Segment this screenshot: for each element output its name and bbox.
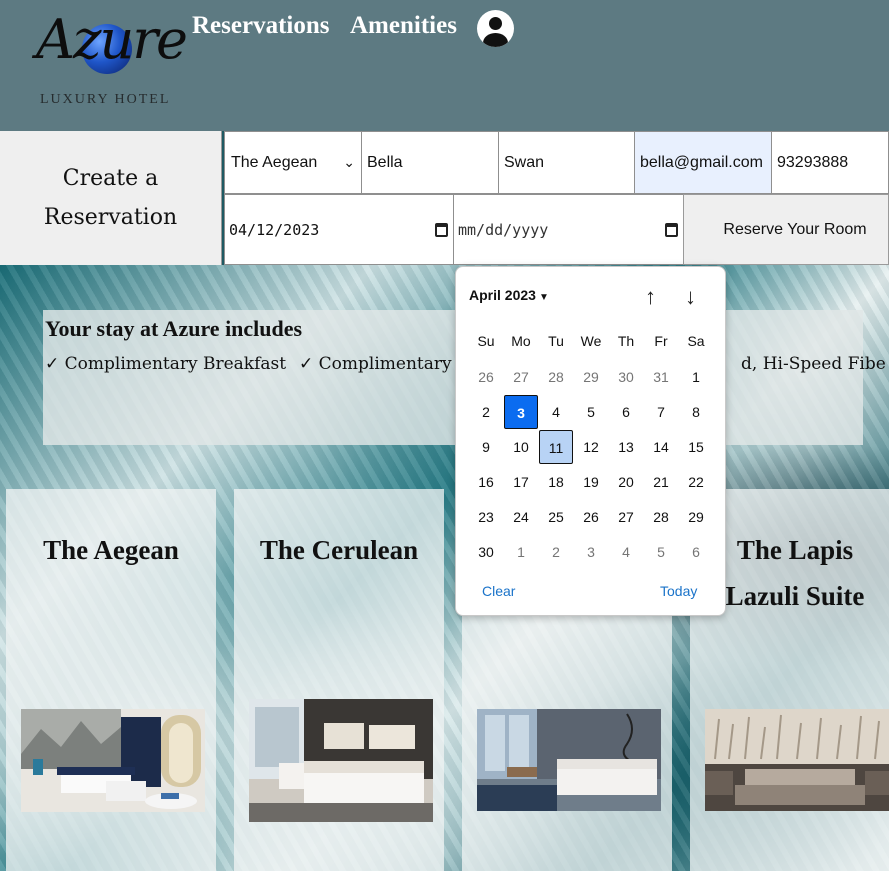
calendar-day[interactable]: 25 bbox=[539, 500, 573, 534]
room-image bbox=[705, 709, 889, 811]
weekday-header: Th bbox=[617, 333, 635, 349]
room-select[interactable]: The Aegean ⌄ bbox=[224, 131, 362, 194]
room-image bbox=[249, 699, 433, 822]
calendar-day[interactable]: 1 bbox=[504, 535, 538, 569]
amenity-item: ✓ Complimentary Breakfast bbox=[45, 354, 287, 374]
arrow-down-icon[interactable]: ↓ bbox=[685, 284, 696, 310]
calendar-day[interactable]: 6 bbox=[609, 395, 643, 429]
calendar-day[interactable]: 2 bbox=[539, 535, 573, 569]
checkin-date-field[interactable]: 04/12/2023 bbox=[224, 194, 454, 265]
calendar-day[interactable]: 3 bbox=[574, 535, 608, 569]
calendar-day[interactable]: 3 bbox=[504, 395, 538, 429]
calendar-day[interactable]: 2 bbox=[469, 395, 503, 429]
weekday-header: Tu bbox=[548, 333, 564, 349]
logo-subtitle: LUXURY HOTEL bbox=[40, 92, 171, 107]
heading-line-2: Reservation bbox=[43, 205, 178, 230]
weekday-header: Mo bbox=[511, 333, 531, 349]
checkin-date-value: 04/12/2023 bbox=[229, 220, 320, 239]
amenities-title: Your stay at Azure includes bbox=[45, 316, 303, 341]
phone-field[interactable]: 93293888 bbox=[771, 131, 889, 194]
weekday-header: Fr bbox=[654, 333, 668, 349]
calendar-icon[interactable] bbox=[435, 223, 448, 237]
calendar-day[interactable]: 14 bbox=[644, 430, 678, 464]
calendar-day[interactable]: 24 bbox=[504, 500, 538, 534]
calendar-day[interactable]: 5 bbox=[644, 535, 678, 569]
date-picker-popup: April 2023 ▼ ↑ ↓ Su Mo Tu We Th Fr Sa 26 27 28 29 3… bbox=[455, 266, 726, 616]
calendar-day[interactable]: 5 bbox=[574, 395, 608, 429]
weekday-header: Su bbox=[477, 333, 495, 349]
room-title-line: The Aegean bbox=[43, 535, 179, 565]
calendar-day[interactable]: 31 bbox=[644, 360, 678, 394]
calendar-day[interactable]: 22 bbox=[679, 465, 713, 499]
calendar-day[interactable]: 20 bbox=[609, 465, 643, 499]
calendar-day[interactable]: 28 bbox=[539, 360, 573, 394]
logo-script: Azure bbox=[36, 8, 188, 71]
calendar-day[interactable]: 29 bbox=[574, 360, 608, 394]
calendar-day[interactable]: 26 bbox=[469, 360, 503, 394]
calendar-day[interactable]: 8 bbox=[679, 395, 713, 429]
site-header: Azure LUXURY HOTEL Reservations Amenitie… bbox=[0, 0, 889, 131]
calendar-day[interactable]: 27 bbox=[609, 500, 643, 534]
calendar-day[interactable]: 9 bbox=[469, 430, 503, 464]
room-title: The Aegean bbox=[6, 527, 216, 573]
calendar-day[interactable]: 29 bbox=[679, 500, 713, 534]
month-year-label: April 2023 bbox=[469, 287, 536, 303]
calendar-day[interactable]: 23 bbox=[469, 500, 503, 534]
clear-button[interactable]: Clear bbox=[482, 583, 515, 599]
room-image bbox=[21, 709, 205, 812]
room-title-line: The Cerulean bbox=[259, 535, 419, 565]
amenities-panel: Your stay at Azure includes ✓ Compliment… bbox=[43, 310, 886, 445]
calendar-day[interactable]: 27 bbox=[504, 360, 538, 394]
calendar-day[interactable]: 4 bbox=[609, 535, 643, 569]
calendar-day[interactable]: 12 bbox=[574, 430, 608, 464]
calendar-day[interactable]: 18 bbox=[539, 465, 573, 499]
nav-amenities[interactable]: Amenities bbox=[350, 12, 457, 40]
calendar-day[interactable]: 15 bbox=[679, 430, 713, 464]
calendar-day[interactable]: 6 bbox=[679, 535, 713, 569]
first-name-field[interactable]: Bella bbox=[361, 131, 499, 194]
checkout-date-field[interactable]: mm/dd/yyyy bbox=[453, 194, 684, 265]
amenity-item: d, Hi-Speed Fibe bbox=[741, 354, 886, 374]
heading-line-1: Create a bbox=[62, 166, 159, 191]
calendar-day[interactable]: 26 bbox=[574, 500, 608, 534]
user-icon-head bbox=[489, 17, 502, 30]
calendar-day[interactable]: 30 bbox=[469, 535, 503, 569]
reserve-room-button[interactable]: Reserve Your Room bbox=[683, 194, 889, 265]
user-icon[interactable] bbox=[477, 10, 514, 47]
calendar-day[interactable]: 10 bbox=[504, 430, 538, 464]
room-select-value: The Aegean bbox=[231, 153, 318, 171]
create-reservation-heading: Create a Reservation bbox=[0, 131, 222, 265]
last-name-field[interactable]: Swan bbox=[498, 131, 635, 194]
calendar-day[interactable]: 30 bbox=[609, 360, 643, 394]
calendar-day[interactable]: 16 bbox=[469, 465, 503, 499]
caret-down-icon: ▼ bbox=[538, 292, 549, 303]
calendar-day[interactable]: 1 bbox=[679, 360, 713, 394]
month-year-selector[interactable]: April 2023 ▼ bbox=[469, 287, 549, 303]
calendar-day[interactable]: 7 bbox=[644, 395, 678, 429]
user-icon-body bbox=[483, 33, 508, 47]
amenity-item: ✓ Complimentary bbox=[299, 354, 452, 374]
calendar-day[interactable]: 21 bbox=[644, 465, 678, 499]
calendar-day[interactable]: 17 bbox=[504, 465, 538, 499]
room-title: The Cerulean bbox=[234, 527, 444, 573]
checkout-date-placeholder: mm/dd/yyyy bbox=[458, 220, 549, 239]
weekday-header: Sa bbox=[687, 333, 705, 349]
weekday-header: We bbox=[580, 333, 602, 349]
room-card-cerulean[interactable]: The Cerulean bbox=[234, 489, 444, 871]
room-image bbox=[477, 709, 661, 811]
calendar-day[interactable]: 4 bbox=[539, 395, 573, 429]
calendar-icon[interactable] bbox=[665, 223, 678, 237]
calendar-day[interactable]: 11 bbox=[539, 430, 573, 464]
hotel-logo[interactable]: Azure LUXURY HOTEL bbox=[36, 8, 196, 118]
arrow-up-icon[interactable]: ↑ bbox=[645, 284, 656, 310]
calendar-day[interactable]: 13 bbox=[609, 430, 643, 464]
chevron-down-icon: ⌄ bbox=[343, 154, 355, 170]
today-button[interactable]: Today bbox=[660, 583, 697, 599]
room-card-aegean[interactable]: The Aegean bbox=[6, 489, 216, 871]
calendar-day[interactable]: 19 bbox=[574, 465, 608, 499]
email-field[interactable]: bella@gmail.com bbox=[634, 131, 772, 194]
calendar-day[interactable]: 28 bbox=[644, 500, 678, 534]
nav-reservations[interactable]: Reservations bbox=[192, 12, 329, 40]
